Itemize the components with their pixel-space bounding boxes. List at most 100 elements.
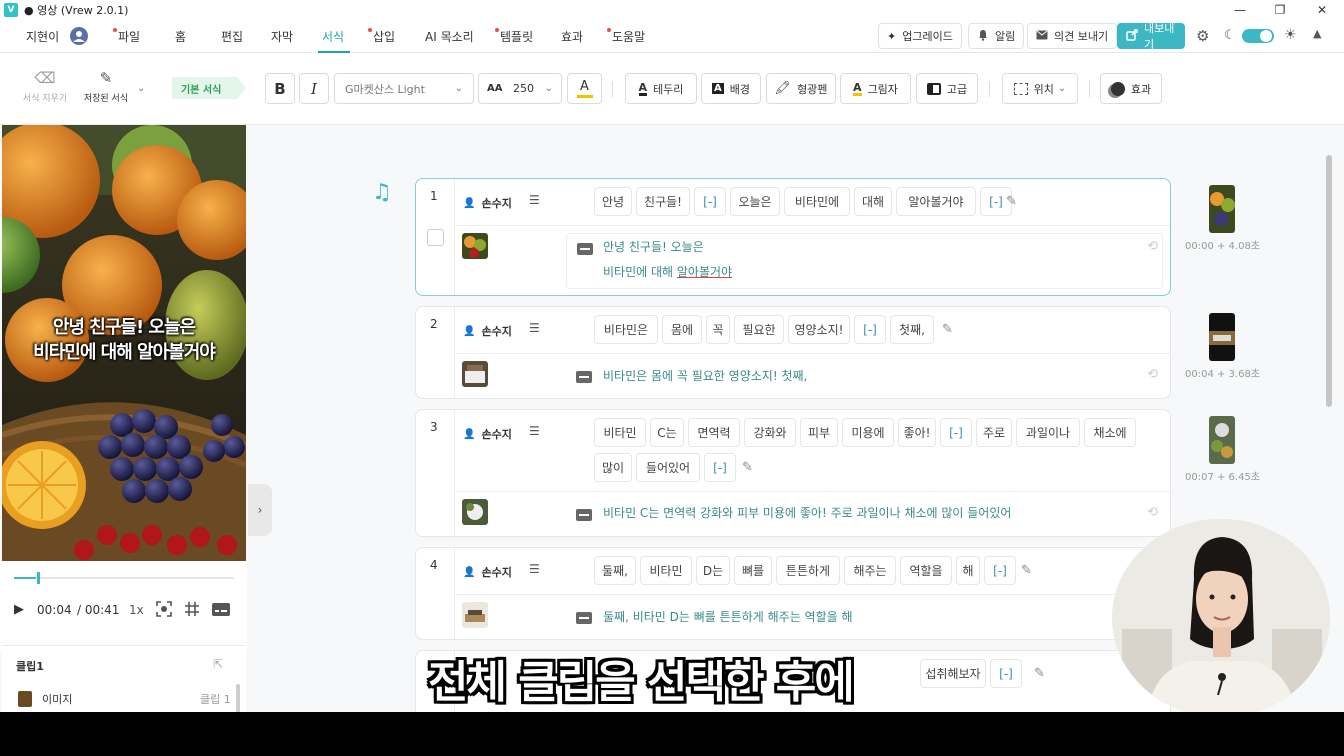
pencil-icon[interactable]: ✎	[1034, 666, 1045, 681]
video-preview[interactable]: 안녕 친구들! 오늘은 비타민에 대해 알아볼거야	[2, 125, 246, 561]
menu-help[interactable]: 도움말	[606, 28, 645, 45]
word-chip[interactable]: 강화와	[744, 418, 796, 447]
saved-format-button[interactable]: ✎ 저장된 서식	[82, 69, 130, 104]
sliders-icon[interactable]: ☰	[529, 193, 540, 207]
word-chip[interactable]: 과일이나	[1016, 418, 1080, 447]
bold-button[interactable]: B	[265, 73, 295, 104]
word-chip[interactable]: 영양소지!	[788, 315, 850, 344]
font-size-select[interactable]: AA 250 ⌄	[478, 73, 562, 104]
word-chip[interactable]: 비타민	[594, 418, 646, 447]
pause-chip[interactable]: [-]	[990, 659, 1022, 688]
maximize-button[interactable]: ❐	[1260, 0, 1300, 20]
sync-icon[interactable]: ⟲	[1147, 239, 1158, 254]
speed-button[interactable]: 1x	[129, 603, 144, 617]
word-chip[interactable]: 대해	[854, 187, 892, 216]
sync-icon[interactable]: ⟲	[1147, 367, 1158, 382]
clip-checkbox[interactable]	[427, 229, 444, 246]
collapse-panel-button[interactable]: ›	[248, 484, 272, 536]
menu-effects[interactable]: 효과	[561, 28, 583, 45]
sync-icon[interactable]: ⟲	[1147, 505, 1158, 520]
word-chip[interactable]: 튼튼하게	[776, 556, 840, 585]
speaker-label[interactable]: 👤 손수지	[463, 564, 512, 580]
position-button[interactable]: 위치 ⌄	[1002, 73, 1078, 104]
user-name[interactable]: 지현이	[26, 28, 59, 45]
menu-insert[interactable]: 삽입	[367, 28, 395, 45]
grid-icon[interactable]	[184, 601, 200, 620]
speaker-label[interactable]: 👤 손수지	[463, 323, 512, 339]
seek-bar[interactable]	[14, 572, 234, 584]
menu-edit[interactable]: 편집	[221, 28, 243, 45]
pause-chip[interactable]: [-]	[940, 418, 972, 447]
sliders-icon[interactable]: ☰	[529, 424, 540, 438]
subtitle-text[interactable]: 비타민 C는 면역력 강화와 피부 미용에 좋아! 주로 과일이나 채소에 많이…	[603, 501, 1011, 526]
pencil-icon[interactable]: ✎	[1006, 194, 1017, 209]
menu-home[interactable]: 홈	[175, 28, 186, 45]
word-chip[interactable]: 비타민	[640, 556, 692, 585]
gear-icon[interactable]: ⚙	[1196, 27, 1209, 45]
pencil-icon[interactable]: ✎	[742, 460, 753, 475]
play-icon[interactable]: ▶	[14, 602, 24, 617]
pause-chip[interactable]: [-]	[704, 453, 736, 482]
clip-card-4[interactable]: 4 👤 손수지 ☰ 둘째, 비타민 D는 뼈를 튼튼하게 해주는 역할을 해 […	[415, 547, 1171, 640]
export-button[interactable]: 내보내기	[1117, 22, 1185, 51]
sliders-icon[interactable]: ☰	[529, 321, 540, 335]
italic-button[interactable]: I	[299, 73, 329, 104]
screenshot-icon[interactable]	[156, 601, 172, 620]
feedback-button[interactable]: 의견 보내기	[1027, 23, 1118, 49]
word-chip[interactable]: 알아볼거야	[896, 187, 976, 216]
word-chip[interactable]: 주로	[976, 418, 1012, 447]
subtitle-text[interactable]: 둘째, 비타민 D는 뼈를 튼튼하게 해주는 역할을 해	[603, 605, 853, 630]
word-chip[interactable]: 비타민에	[784, 187, 850, 216]
word-chip[interactable]: 많이	[594, 453, 632, 482]
sliders-icon[interactable]: ☰	[529, 562, 540, 576]
font-select[interactable]: G마켓산스 Light ⌄	[334, 73, 474, 104]
word-chip[interactable]: 오늘은	[730, 187, 780, 216]
close-button[interactable]: ✕	[1302, 0, 1342, 20]
collapse-ribbon-icon[interactable]: ▲	[1313, 27, 1321, 40]
subtitle-toggle-icon[interactable]	[212, 603, 230, 619]
clips-scrollbar[interactable]	[236, 684, 240, 712]
word-chip[interactable]: 친구들!	[636, 187, 690, 216]
word-chip[interactable]: 들어있어	[636, 453, 700, 482]
word-chip[interactable]: 미용에	[842, 418, 894, 447]
word-chip[interactable]: 피부	[800, 418, 838, 447]
word-chip[interactable]: 면역력	[688, 418, 740, 447]
highlighter-button[interactable]: 🖍 형광펜	[766, 73, 836, 104]
word-chip[interactable]: 비타민은	[594, 315, 658, 344]
theme-toggle[interactable]	[1242, 29, 1274, 43]
word-chip[interactable]: 안녕	[594, 187, 632, 216]
menu-ai-voice[interactable]: AI 목소리	[425, 28, 474, 45]
speaker-label[interactable]: 👤 손수지	[463, 426, 512, 442]
menu-file[interactable]: 파일	[112, 28, 140, 45]
seek-handle[interactable]	[37, 572, 40, 584]
word-chip[interactable]: 채소에	[1084, 418, 1136, 447]
clip-card-1[interactable]: 1 👤 손수지 ☰ 안녕 친구들! [-] 오늘은 비타민에 대해 알아볼거야 …	[415, 178, 1171, 296]
word-chip[interactable]: D는	[696, 556, 730, 585]
pause-chip[interactable]: [-]	[984, 556, 1016, 585]
shadow-button[interactable]: A 그림자	[840, 73, 911, 104]
pause-chip[interactable]: [-]	[854, 315, 886, 344]
word-chip[interactable]: 역할을	[900, 556, 952, 585]
clip-card-2[interactable]: 2 👤 손수지 ☰ 비타민은 몸에 꼭 필요한 영양소지! [-] 첫째, ✎ …	[415, 306, 1171, 399]
alerts-button[interactable]: 알림	[968, 23, 1025, 49]
menu-format[interactable]: 서식	[322, 28, 344, 45]
pencil-icon[interactable]: ✎	[942, 322, 953, 337]
external-link-icon[interactable]: ⇱	[213, 657, 223, 671]
speaker-label[interactable]: 👤 손수지	[463, 195, 512, 211]
clear-format-button[interactable]: ⌫ 서식 지우기	[22, 69, 68, 104]
clip-row-label[interactable]: 이미지	[42, 691, 72, 707]
effects-button[interactable]: 효과	[1100, 73, 1162, 104]
background-button[interactable]: A 배경	[701, 73, 761, 104]
main-scrollbar[interactable]	[1326, 155, 1332, 407]
word-chip[interactable]: 둘째,	[594, 556, 636, 585]
text-color-button[interactable]: A	[567, 73, 602, 104]
minimize-button[interactable]: —	[1220, 0, 1260, 20]
word-chip[interactable]: 필요한	[734, 315, 784, 344]
upgrade-button[interactable]: ✦ 업그레이드	[878, 23, 962, 49]
preset-tag[interactable]: 기본 서식	[172, 77, 246, 99]
chevron-down-icon[interactable]: ⌄	[137, 83, 145, 94]
word-chip[interactable]: 해	[956, 556, 980, 585]
music-icon[interactable]: ♫	[372, 180, 392, 205]
menu-template[interactable]: 템플릿	[494, 28, 533, 45]
pause-chip[interactable]: [-]	[694, 187, 726, 216]
